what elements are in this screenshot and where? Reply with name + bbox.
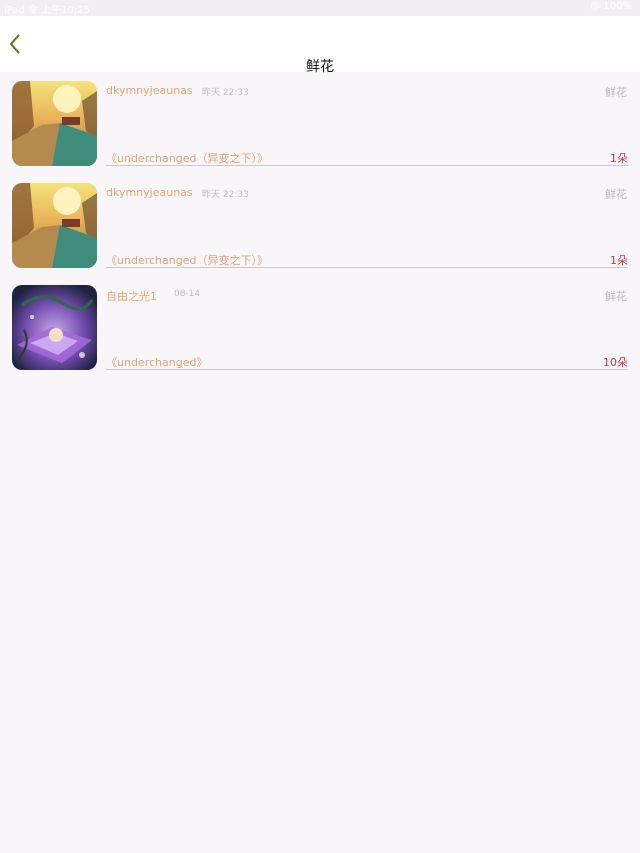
sender-name[interactable]: 自由之光1: [106, 288, 157, 304]
work-title[interactable]: 《underchanged》: [106, 354, 207, 370]
sender-name[interactable]: dkymnyjeaunas: [106, 186, 193, 199]
work-title[interactable]: 《underchanged（异变之下）》: [106, 150, 268, 166]
status-bar: iPad 令 上午10:25 @ 100%: [0, 0, 640, 16]
chevron-left-icon: [9, 34, 20, 54]
gift-row[interactable]: dkymnyjeaunas 昨天 22:33 鲜花 《underchanged（…: [0, 72, 640, 174]
gift-count: 1朵: [610, 254, 628, 267]
sender-avatar[interactable]: [12, 285, 97, 370]
navigation-bar: 鲜花: [0, 16, 640, 75]
status-left-text: iPad 令 上午10:25: [4, 5, 91, 16]
gift-type: 鲜花: [605, 290, 627, 303]
sender-avatar[interactable]: [12, 81, 97, 166]
gift-count: 10朵: [603, 356, 628, 369]
gift-row[interactable]: 自由之光1 08-14 鲜花 《underchanged》 10朵: [0, 276, 640, 378]
status-right-text: @ 100%: [590, 1, 632, 12]
gift-row[interactable]: dkymnyjeaunas 昨天 22:33 鲜花 《underchanged（…: [0, 174, 640, 276]
back-button[interactable]: [4, 30, 28, 58]
gift-time: 昨天 22:33: [202, 190, 249, 200]
gift-type: 鲜花: [605, 86, 627, 99]
work-title[interactable]: 《underchanged（异变之下）》: [106, 252, 268, 268]
gift-count: 1朵: [610, 152, 628, 165]
gift-time: 08-14: [174, 289, 201, 299]
gift-list: dkymnyjeaunas 昨天 22:33 鲜花 《underchanged（…: [0, 72, 640, 378]
gift-time: 昨天 22:33: [202, 88, 249, 98]
divider: [106, 165, 628, 166]
sender-avatar[interactable]: [12, 183, 97, 268]
sender-name[interactable]: dkymnyjeaunas: [106, 84, 193, 97]
gift-type: 鲜花: [605, 188, 627, 201]
divider: [106, 369, 628, 370]
divider: [106, 267, 628, 268]
